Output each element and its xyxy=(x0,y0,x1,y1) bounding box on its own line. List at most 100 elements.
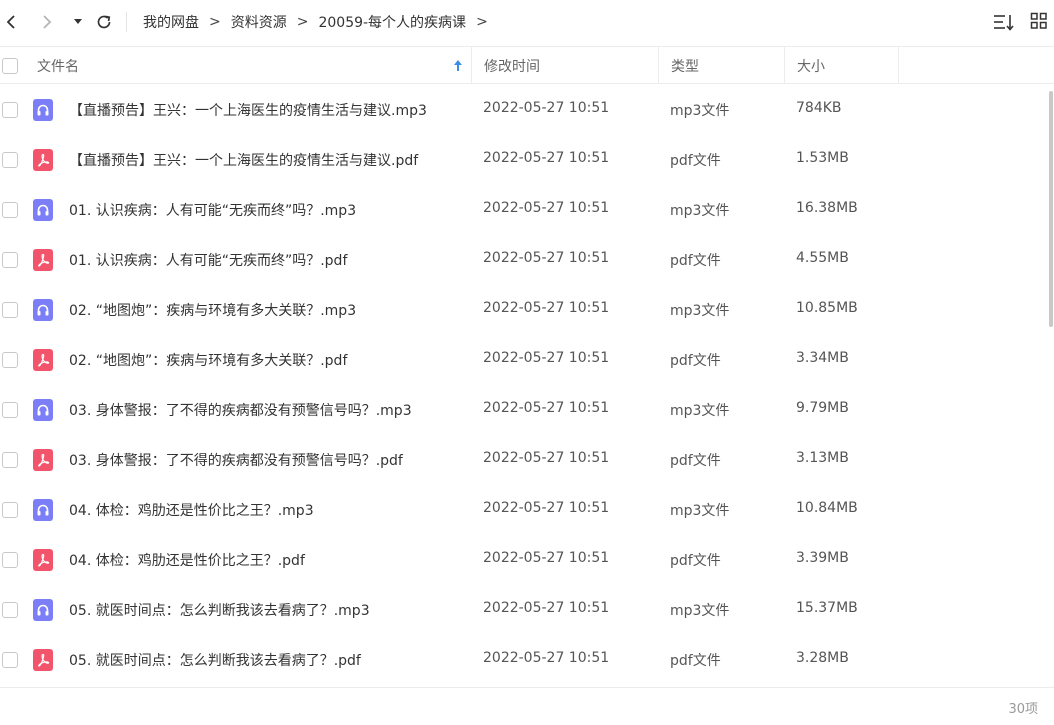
file-size: 10.84MB xyxy=(796,500,858,516)
row-checkbox[interactable] xyxy=(2,352,18,368)
row-checkbox[interactable] xyxy=(2,202,18,218)
audio-file-icon xyxy=(33,199,53,221)
file-size: 9.79MB xyxy=(796,400,849,416)
breadcrumb-item-current[interactable]: 20059-每个人的疾病课 xyxy=(318,12,466,32)
file-mtime: 2022-05-27 10:51 xyxy=(483,650,610,666)
pdf-file-icon xyxy=(33,349,53,371)
column-header-name-label: 文件名 xyxy=(37,58,79,75)
file-mtime: 2022-05-27 10:51 xyxy=(483,150,610,166)
row-checkbox[interactable] xyxy=(2,652,18,668)
file-size: 3.13MB xyxy=(796,450,849,466)
file-type: pdf文件 xyxy=(670,553,721,569)
file-type: mp3文件 xyxy=(670,403,730,419)
select-all-cell xyxy=(0,47,20,84)
file-row[interactable]: 01. 认识疾病：人有可能“无疾而终”吗？.mp3 2022-05-27 10:… xyxy=(0,185,1050,235)
back-arrow-icon[interactable] xyxy=(0,10,22,34)
breadcrumb-separator[interactable]: > xyxy=(476,14,488,30)
file-mtime: 2022-05-27 10:51 xyxy=(483,250,610,266)
file-name: 03. 身体警报：了不得的疾病都没有预警信号吗？.mp3 xyxy=(69,403,412,419)
file-type: pdf文件 xyxy=(670,453,721,469)
audio-file-icon xyxy=(33,399,53,421)
row-checkbox[interactable] xyxy=(2,602,18,618)
file-row[interactable]: 04. 体检：鸡肋还是性价比之王？.pdf 2022-05-27 10:51 p… xyxy=(0,535,1050,585)
sort-list-icon[interactable] xyxy=(993,12,1015,32)
file-name: 01. 认识疾病：人有可能“无疾而终”吗？.pdf xyxy=(69,253,348,269)
column-header-type[interactable]: 类型 xyxy=(658,47,784,84)
column-header-name[interactable]: 文件名 xyxy=(37,47,471,84)
file-name: 02. “地图炮”：疾病与环境有多大关联？.mp3 xyxy=(69,303,357,319)
file-type: mp3文件 xyxy=(670,203,730,219)
pdf-file-icon xyxy=(33,549,53,571)
row-checkbox[interactable] xyxy=(2,302,18,318)
file-size: 10.85MB xyxy=(796,300,858,316)
file-row[interactable]: 05. 就医时间点：怎么判断我该去看病了？.mp3 2022-05-27 10:… xyxy=(0,585,1050,635)
file-name: 【直播预告】王兴：一个上海医生的疫情生活与建议.mp3 xyxy=(69,103,427,119)
file-mtime: 2022-05-27 10:51 xyxy=(483,450,610,466)
row-checkbox[interactable] xyxy=(2,402,18,418)
column-header-mtime[interactable]: 修改时间 xyxy=(471,47,658,84)
vertical-scrollbar[interactable] xyxy=(1049,85,1054,685)
file-type: mp3文件 xyxy=(670,603,730,619)
column-header-size[interactable]: 大小 xyxy=(784,47,898,84)
file-size: 3.28MB xyxy=(796,650,849,666)
file-size: 15.37MB xyxy=(796,600,858,616)
file-row[interactable]: 【直播预告】王兴：一个上海医生的疫情生活与建议.mp3 2022-05-27 1… xyxy=(0,85,1050,135)
row-checkbox[interactable] xyxy=(2,502,18,518)
file-mtime: 2022-05-27 10:51 xyxy=(483,600,610,616)
file-row[interactable]: 02. “地图炮”：疾病与环境有多大关联？.pdf 2022-05-27 10:… xyxy=(0,335,1050,385)
file-size: 16.38MB xyxy=(796,200,858,216)
toolbar: 我的网盘 > 资料资源 > 20059-每个人的疾病课 > xyxy=(0,0,1054,44)
dropdown-caret-icon[interactable] xyxy=(67,10,89,34)
file-name: 04. 体检：鸡肋还是性价比之王？.pdf xyxy=(69,553,305,569)
audio-file-icon xyxy=(33,99,53,121)
file-row[interactable]: 05. 就医时间点：怎么判断我该去看病了？.pdf 2022-05-27 10:… xyxy=(0,635,1050,685)
forward-arrow-icon[interactable] xyxy=(36,10,58,34)
toolbar-divider xyxy=(126,12,127,32)
pdf-file-icon xyxy=(33,449,53,471)
file-row[interactable]: 03. 身体警报：了不得的疾病都没有预警信号吗？.pdf 2022-05-27 … xyxy=(0,435,1050,485)
file-row[interactable]: 【直播预告】王兴：一个上海医生的疫情生活与建议.pdf 2022-05-27 1… xyxy=(0,135,1050,185)
file-mtime: 2022-05-27 10:51 xyxy=(483,500,610,516)
file-row[interactable]: 03. 身体警报：了不得的疾病都没有预警信号吗？.mp3 2022-05-27 … xyxy=(0,385,1050,435)
file-name: 02. “地图炮”：疾病与环境有多大关联？.pdf xyxy=(69,353,348,369)
row-checkbox[interactable] xyxy=(2,252,18,268)
file-type: mp3文件 xyxy=(670,303,730,319)
file-type: pdf文件 xyxy=(670,353,721,369)
file-name: 【直播预告】王兴：一个上海医生的疫情生活与建议.pdf xyxy=(69,153,419,169)
column-header-type-label: 类型 xyxy=(671,58,699,75)
breadcrumb-separator: > xyxy=(209,14,221,30)
breadcrumb-item-root[interactable]: 我的网盘 xyxy=(143,12,199,32)
refresh-icon[interactable] xyxy=(93,10,115,34)
file-row[interactable]: 01. 认识疾病：人有可能“无疾而终”吗？.pdf 2022-05-27 10:… xyxy=(0,235,1050,285)
row-checkbox[interactable] xyxy=(2,452,18,468)
audio-file-icon xyxy=(33,299,53,321)
pdf-file-icon xyxy=(33,249,53,271)
file-size: 784KB xyxy=(796,100,842,116)
pdf-file-icon xyxy=(33,649,53,671)
file-row[interactable]: 04. 体检：鸡肋还是性价比之王？.mp3 2022-05-27 10:51 m… xyxy=(0,485,1050,535)
row-checkbox[interactable] xyxy=(2,552,18,568)
file-type: pdf文件 xyxy=(670,253,721,269)
row-checkbox[interactable] xyxy=(2,152,18,168)
scrollbar-thumb[interactable] xyxy=(1049,91,1053,327)
row-checkbox[interactable] xyxy=(2,102,18,118)
file-mtime: 2022-05-27 10:51 xyxy=(483,400,610,416)
file-mtime: 2022-05-27 10:51 xyxy=(483,200,610,216)
sort-ascending-icon xyxy=(454,60,462,71)
audio-file-icon xyxy=(33,499,53,521)
file-row[interactable]: 02. “地图炮”：疾病与环境有多大关联？.mp3 2022-05-27 10:… xyxy=(0,285,1050,335)
file-mtime: 2022-05-27 10:51 xyxy=(483,350,610,366)
breadcrumb-item-resources[interactable]: 资料资源 xyxy=(231,12,287,32)
file-mtime: 2022-05-27 10:51 xyxy=(483,550,610,566)
column-header-mtime-label: 修改时间 xyxy=(484,58,540,75)
file-name: 05. 就医时间点：怎么判断我该去看病了？.mp3 xyxy=(69,603,370,619)
item-count: 30项 xyxy=(1008,702,1038,717)
select-all-checkbox[interactable] xyxy=(2,57,18,74)
file-mtime: 2022-05-27 10:51 xyxy=(483,300,610,316)
file-size: 4.55MB xyxy=(796,250,849,266)
grid-view-icon[interactable] xyxy=(1030,12,1048,30)
file-name: 05. 就医时间点：怎么判断我该去看病了？.pdf xyxy=(69,653,361,669)
audio-file-icon xyxy=(33,599,53,621)
breadcrumb: 我的网盘 > 资料资源 > 20059-每个人的疾病课 > xyxy=(143,12,498,32)
status-bar: 30项 xyxy=(0,687,1054,725)
